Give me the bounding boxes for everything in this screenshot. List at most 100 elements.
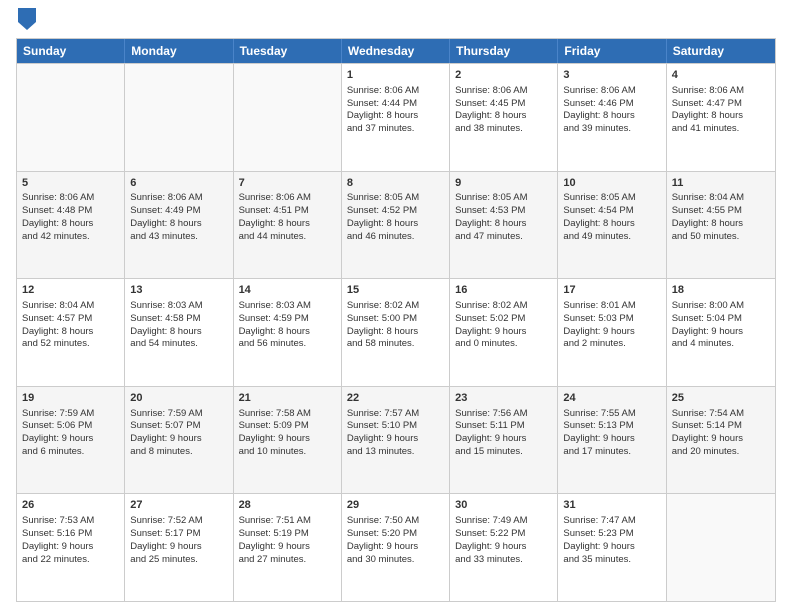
day-info-line: and 37 minutes. <box>347 123 444 136</box>
day-info-line: and 54 minutes. <box>130 338 227 351</box>
day-info-line: Sunrise: 8:06 AM <box>130 192 227 205</box>
day-info-line: Daylight: 9 hours <box>563 326 660 339</box>
day-info-line: Sunrise: 8:05 AM <box>347 192 444 205</box>
day-info-line: Sunrise: 8:04 AM <box>22 300 119 313</box>
day-info-line: Daylight: 8 hours <box>455 218 552 231</box>
day-info-line: and 35 minutes. <box>563 554 660 567</box>
empty-cell-0-1 <box>125 64 233 171</box>
day-cell-24: 24Sunrise: 7:55 AMSunset: 5:13 PMDayligh… <box>558 387 666 494</box>
day-info-line: and 8 minutes. <box>130 446 227 459</box>
day-info-line: Daylight: 8 hours <box>563 110 660 123</box>
day-number: 7 <box>239 176 336 191</box>
day-number: 28 <box>239 498 336 513</box>
day-info-line: Sunrise: 7:54 AM <box>672 408 770 421</box>
day-info-line: and 30 minutes. <box>347 554 444 567</box>
day-info-line: and 22 minutes. <box>22 554 119 567</box>
day-info-line: Daylight: 9 hours <box>22 433 119 446</box>
day-number: 3 <box>563 68 660 83</box>
day-info-line: Daylight: 9 hours <box>455 326 552 339</box>
day-info-line: and 6 minutes. <box>22 446 119 459</box>
day-info-line: Daylight: 9 hours <box>22 541 119 554</box>
day-number: 10 <box>563 176 660 191</box>
day-info-line: Sunrise: 7:59 AM <box>130 408 227 421</box>
day-cell-17: 17 Sunrise: 8:01 AMSunset: 5:03 PMDayligh… <box>558 279 666 386</box>
day-number: 30 <box>455 498 552 513</box>
day-number: 26 <box>22 498 119 513</box>
day-cell-28: 28Sunrise: 7:51 AMSunset: 5:19 PMDayligh… <box>234 494 342 601</box>
day-info-line: Sunset: 5:07 PM <box>130 420 227 433</box>
empty-cell-4-6 <box>667 494 775 601</box>
day-info-line: Sunrise: 7:53 AM <box>22 515 119 528</box>
day-info-line: Daylight: 9 hours <box>130 541 227 554</box>
header-cell-saturday: Saturday <box>667 39 775 63</box>
day-info-line: Sunset: 4:59 PM <box>239 313 336 326</box>
page: SundayMondayTuesdayWednesdayThursdayFrid… <box>0 0 792 612</box>
day-info-line: Sunset: 4:44 PM <box>347 98 444 111</box>
day-info-line: Sunset: 5:16 PM <box>22 528 119 541</box>
day-cell-22: 22Sunrise: 7:57 AMSunset: 5:10 PMDayligh… <box>342 387 450 494</box>
day-info-line: and 17 minutes. <box>563 446 660 459</box>
day-number: 1 <box>347 68 444 83</box>
day-info-line: Sunrise: 7:51 AM <box>239 515 336 528</box>
day-info-line: and 41 minutes. <box>672 123 770 136</box>
day-info-line: Daylight: 8 hours <box>563 218 660 231</box>
day-number: 12 <box>22 283 119 298</box>
calendar-row-3: 19Sunrise: 7:59 AMSunset: 5:06 PMDayligh… <box>17 386 775 494</box>
day-number: 14 <box>239 283 336 298</box>
day-info-line: Sunset: 4:57 PM <box>22 313 119 326</box>
day-info-line: Sunrise: 8:04 AM <box>672 192 770 205</box>
day-info-line: and 50 minutes. <box>672 231 770 244</box>
calendar-header: SundayMondayTuesdayWednesdayThursdayFrid… <box>17 39 775 63</box>
day-info-line: Sunrise: 8:01 AM <box>563 300 660 313</box>
day-info-line: Sunset: 4:47 PM <box>672 98 770 111</box>
day-number: 6 <box>130 176 227 191</box>
day-info-line: Sunrise: 8:06 AM <box>563 85 660 98</box>
day-cell-7: 7Sunrise: 8:06 AMSunset: 4:51 PMDaylight… <box>234 172 342 279</box>
day-info-line: Sunset: 4:45 PM <box>455 98 552 111</box>
day-info-line: Sunset: 5:04 PM <box>672 313 770 326</box>
day-info-line: and 27 minutes. <box>239 554 336 567</box>
logo-text <box>16 12 36 30</box>
day-info-line: and 58 minutes. <box>347 338 444 351</box>
day-cell-19: 19Sunrise: 7:59 AMSunset: 5:06 PMDayligh… <box>17 387 125 494</box>
day-info-line: Sunrise: 7:52 AM <box>130 515 227 528</box>
day-info-line: and 10 minutes. <box>239 446 336 459</box>
day-info-line: Sunrise: 7:55 AM <box>563 408 660 421</box>
header-cell-thursday: Thursday <box>450 39 558 63</box>
day-number: 17 <box>563 283 660 298</box>
header-cell-friday: Friday <box>558 39 666 63</box>
day-info-line: Sunrise: 8:03 AM <box>239 300 336 313</box>
day-info-line: Sunrise: 7:58 AM <box>239 408 336 421</box>
day-info-line: and 4 minutes. <box>672 338 770 351</box>
day-cell-27: 27Sunrise: 7:52 AMSunset: 5:17 PMDayligh… <box>125 494 233 601</box>
day-number: 20 <box>130 391 227 406</box>
day-info-line: and 39 minutes. <box>563 123 660 136</box>
day-info-line: Sunset: 4:49 PM <box>130 205 227 218</box>
day-info-line: Sunrise: 7:59 AM <box>22 408 119 421</box>
day-info-line: Sunset: 5:03 PM <box>563 313 660 326</box>
day-number: 18 <box>672 283 770 298</box>
calendar-body: 1 Sunrise: 8:06 AM Sunset: 4:44 PM Daylight… <box>17 63 775 601</box>
day-info-line: and 43 minutes. <box>130 231 227 244</box>
day-number: 22 <box>347 391 444 406</box>
day-number: 23 <box>455 391 552 406</box>
day-cell-13: 13Sunrise: 8:03 AMSunset: 4:58 PMDayligh… <box>125 279 233 386</box>
day-info-line: Sunrise: 8:06 AM <box>22 192 119 205</box>
day-info-line: Sunrise: 8:05 AM <box>563 192 660 205</box>
logo <box>16 12 36 30</box>
header-cell-monday: Monday <box>125 39 233 63</box>
day-info-line: Daylight: 8 hours <box>22 326 119 339</box>
day-info-line: Sunset: 5:09 PM <box>239 420 336 433</box>
day-info-line: Sunset: 5:22 PM <box>455 528 552 541</box>
day-info-line: and 13 minutes. <box>347 446 444 459</box>
day-number: 8 <box>347 176 444 191</box>
day-info-line: Sunset: 4:48 PM <box>22 205 119 218</box>
day-number: 27 <box>130 498 227 513</box>
day-cell-30: 30Sunrise: 7:49 AMSunset: 5:22 PMDayligh… <box>450 494 558 601</box>
day-number: 19 <box>22 391 119 406</box>
day-info-line: Daylight: 9 hours <box>563 433 660 446</box>
day-number: 2 <box>455 68 552 83</box>
logo-icon <box>18 8 36 30</box>
day-info-line: Sunset: 4:55 PM <box>672 205 770 218</box>
day-info-line: and 49 minutes. <box>563 231 660 244</box>
